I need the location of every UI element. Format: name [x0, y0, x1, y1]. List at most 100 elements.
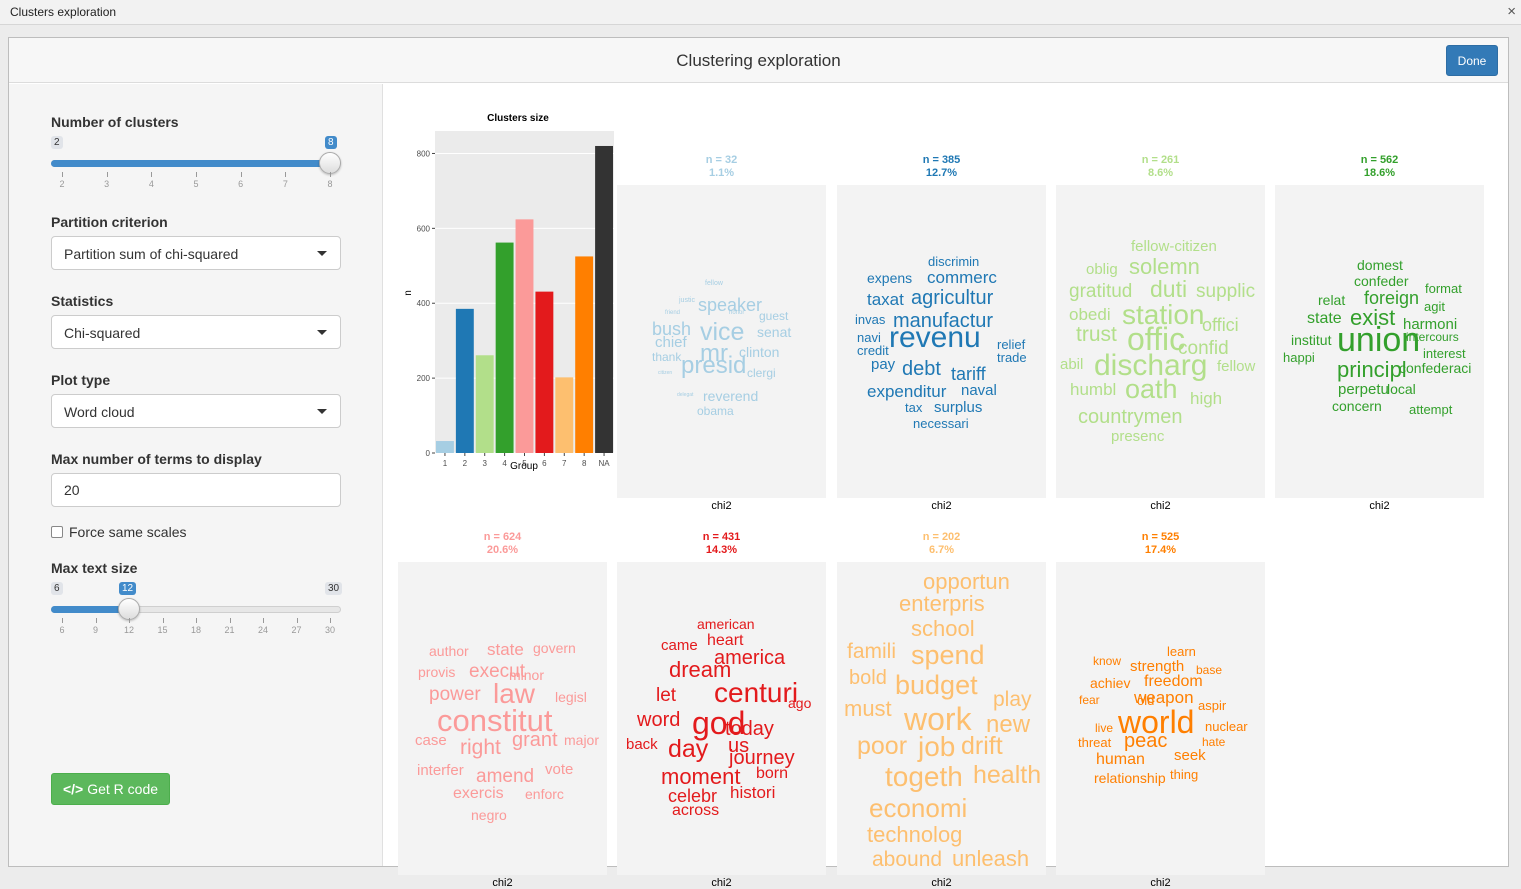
same-scales-label: Force same scales: [69, 524, 187, 540]
statistics-select[interactable]: Chi-squared: [51, 315, 341, 349]
chart-ytick-label: 400: [417, 299, 431, 308]
clusters-fill: [51, 160, 330, 167]
cluster-pct: 6.7%: [928, 544, 955, 556]
chart-ytick-label: 200: [417, 374, 431, 383]
wordcloud-term: case: [415, 732, 447, 749]
wordcloud-term: attempt: [1409, 402, 1453, 417]
wordcloud-term: agit: [1424, 299, 1445, 314]
wordcloud-footer: chi2: [931, 877, 952, 889]
wordcloud-term: govern: [533, 640, 576, 656]
wordcloud-term: agricultur: [911, 287, 994, 309]
wordcloud-term: interfer: [417, 762, 464, 779]
wordcloud-term: live: [1095, 721, 1114, 735]
plot-type-label: Plot type: [51, 372, 111, 388]
chart-bar-3: [475, 355, 494, 453]
clusters-size-chart: Clusters size 0200400600800 1 2 3 4 5 6 7 8 NA G…: [403, 113, 614, 472]
wordcloud-term: across: [672, 802, 720, 819]
slider-tick-label: 21: [224, 625, 235, 635]
get-r-code-button[interactable]: </> Get R code: [51, 773, 170, 805]
clusters-handle[interactable]: [319, 152, 341, 174]
chart-bar-7: [555, 377, 574, 453]
chart-ylabel: n: [403, 290, 414, 296]
partition-select[interactable]: Partition sum of chi-squared: [51, 236, 341, 270]
slider-tick: [106, 172, 108, 177]
chart-bar-NA: [595, 145, 614, 453]
done-button[interactable]: Done: [1446, 45, 1498, 76]
wordcloud-term: revenu: [889, 321, 981, 354]
max-terms-input[interactable]: [51, 473, 341, 507]
wordcloud-term: local: [1387, 381, 1416, 397]
wordcloud-term: seek: [1174, 747, 1206, 764]
cluster-header: n = 624 20.6%: [398, 531, 607, 557]
wordcloud-term: came: [661, 637, 698, 654]
wordcloud-term: trade: [997, 350, 1027, 365]
slider-tick-label: 27: [291, 625, 302, 635]
text-size-slider[interactable]: 6 30 12 6 9 12 15 18 21 24 27 30: [51, 582, 343, 642]
plot-type-select[interactable]: Word cloud: [51, 394, 341, 428]
wordcloud-term: presenc: [1111, 428, 1165, 445]
slider-tick: [62, 172, 63, 177]
wordcloud-term: enterpris: [899, 591, 985, 616]
wordcloud-panel: domest confeder format relat foreign agit stat…: [1275, 185, 1484, 498]
wordcloud-term: author: [429, 643, 469, 659]
chart-xtick-label: 2: [463, 459, 468, 468]
wordcloud-term: happi: [1283, 350, 1315, 365]
clusters-slider[interactable]: 2 8 2 3 4 5 6 7 8: [51, 136, 341, 196]
slider-tick-label: 3: [104, 179, 110, 189]
wordcloud-term: nuclear: [1205, 719, 1248, 734]
wordcloud-term: tariff: [951, 364, 986, 384]
text-size-value-label: 12: [119, 582, 137, 595]
wordcloud-term: economi: [869, 793, 968, 823]
wordcloud-term: must: [844, 696, 892, 721]
plot-type-value: Word cloud: [64, 404, 135, 420]
wordcloud-term: domest: [1357, 257, 1403, 273]
cluster-header: n = 32 1.1%: [617, 154, 826, 180]
wordcloud-term: relat: [1318, 292, 1346, 308]
slider-tick: [196, 618, 197, 623]
chart-bar-4: [495, 242, 514, 453]
wordcloud-term: taxat: [867, 290, 904, 309]
wordcloud-term: major: [564, 732, 600, 748]
chart-xtick-label: 6: [542, 459, 547, 468]
chart-title: Clusters size: [487, 113, 549, 124]
clusters-value-label: 8: [325, 136, 337, 149]
cluster-header: n = 202 6.7%: [837, 531, 1046, 557]
slider-tick-label: 4: [148, 179, 154, 189]
wordcloud-panel: discrimin expens commerc taxat agricultur inv…: [837, 185, 1046, 498]
window-title: Clusters exploration: [10, 5, 117, 19]
close-icon[interactable]: ×: [1507, 3, 1516, 20]
wordcloud-term: trust: [1076, 323, 1117, 346]
same-scales-checkbox[interactable]: [51, 526, 63, 538]
cluster-pct: 20.6%: [486, 544, 519, 556]
wordcloud-term: state: [487, 640, 524, 659]
wordcloud-term: discrimin: [928, 254, 980, 269]
wordcloud-term: surplus: [934, 399, 983, 416]
text-size-handle[interactable]: [118, 598, 140, 620]
wordcloud-footer: chi2: [931, 500, 952, 512]
wordcloud-term: enforc: [525, 786, 564, 802]
chart-ytick-label: 0: [426, 449, 431, 458]
cluster-n: n = 525: [1141, 531, 1180, 543]
wordcloud-term: threat: [1078, 735, 1112, 750]
cluster-pct: 1.1%: [708, 167, 735, 179]
wordcloud-term: right: [460, 736, 501, 759]
window-titlebar: Clusters exploration ×: [0, 0, 1521, 25]
wordcloud-term: ago: [788, 695, 812, 711]
wordcloud-term: thank: [652, 350, 682, 364]
wordcloud-footer: chi2: [711, 500, 732, 512]
chart-bar-8: [575, 256, 594, 453]
wordcloud-term: pay: [871, 356, 896, 373]
cluster-n: n = 202: [922, 531, 961, 543]
wordcloud-panel: fellow-citizen oblig solemn gratitud duti sup…: [1056, 185, 1265, 498]
wordcloud-term: abil: [1060, 356, 1084, 373]
slider-tick: [240, 172, 242, 177]
wordcloud-term: citizen: [658, 370, 673, 376]
wordcloud-term: clergi: [747, 366, 776, 380]
cluster-header: n = 525 17.4%: [1056, 531, 1265, 557]
same-scales-row[interactable]: Force same scales: [51, 524, 186, 540]
wordcloud-term: negro: [471, 807, 507, 823]
wordcloud-term: born: [756, 765, 789, 782]
wordcloud-term: concern: [1332, 398, 1382, 414]
wordcloud-term: peac: [1124, 730, 1168, 752]
wordcloud-term: strength: [1130, 658, 1185, 675]
